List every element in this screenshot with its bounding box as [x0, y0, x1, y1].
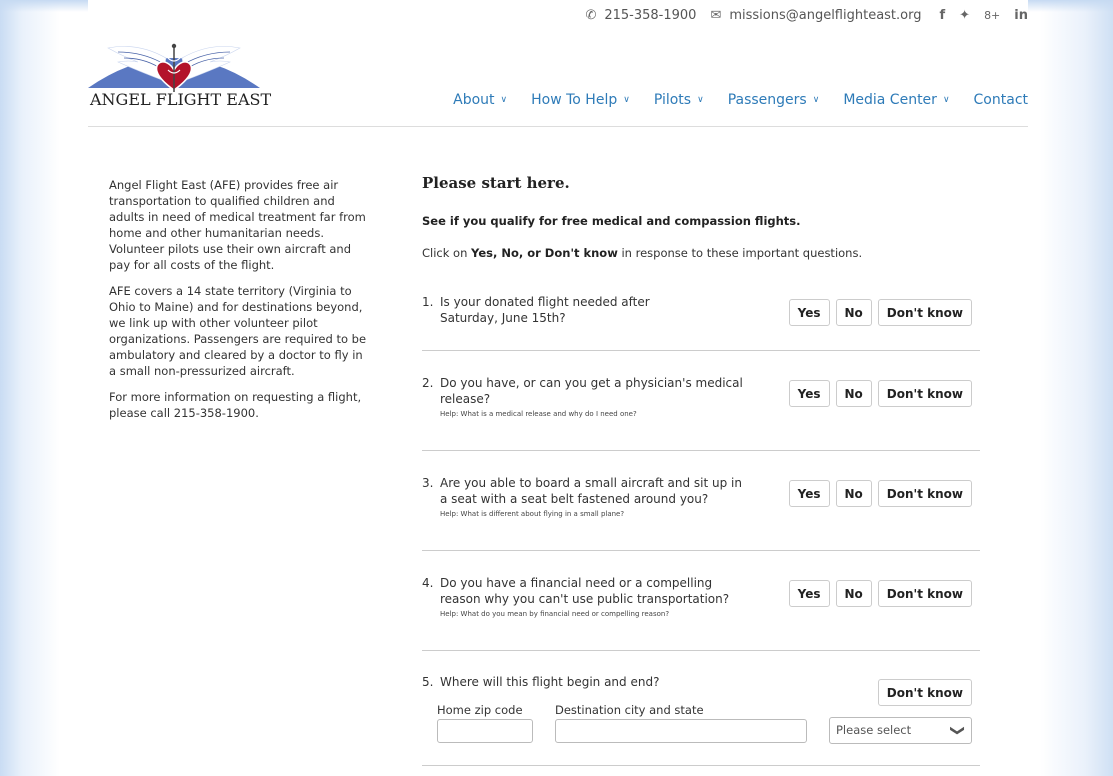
nav-about-label: About: [453, 92, 495, 108]
question-1-answers: Yes No Don't know: [788, 299, 972, 326]
chevron-down-icon: ∨: [500, 95, 508, 105]
question-1: 1. Is your donated flight needed after Sa…: [422, 294, 980, 354]
nav-contact-label: Contact: [973, 92, 1028, 108]
instructions-emphasis: Yes, No, or Don't know: [471, 246, 618, 260]
q4-dont-know-button[interactable]: Don't know: [877, 580, 972, 607]
question-5-answers: Don't know: [877, 679, 972, 706]
twitter-icon[interactable]: ✦: [959, 8, 970, 23]
question-divider: [422, 550, 980, 551]
contact-bar: ✆ 215-358-1900 ✉ missions@angelflighteas…: [585, 8, 1028, 23]
destination-label: Destination city and state: [555, 703, 704, 717]
nav-contact[interactable]: Contact: [974, 92, 1028, 108]
question-1-text: 1. Is your donated flight needed after Sa…: [422, 294, 762, 326]
question-divider: [422, 450, 980, 451]
q1-yes-button[interactable]: Yes: [788, 299, 830, 326]
chevron-down-icon: ∨: [623, 95, 630, 105]
question-4: 4. Do you have a financial need or a comp…: [422, 575, 980, 635]
intro-paragraph-3: For more information on requesting a fli…: [109, 390, 362, 420]
instructions-text: Click on: [422, 246, 472, 260]
form-instructions: Click on Yes, No, or Don't know in respo…: [422, 246, 862, 260]
phone-icon: ✆: [585, 8, 597, 23]
question-divider: [422, 350, 980, 351]
linkedin-icon[interactable]: in: [1014, 8, 1028, 23]
destination-input[interactable]: [555, 719, 807, 743]
question-5-text: 5. Where will this flight begin and end?: [422, 674, 762, 690]
intro-paragraph-1: Angel Flight East (AFE) provides free ai…: [109, 178, 366, 272]
q3-no-button[interactable]: No: [835, 480, 872, 507]
question-line: Are you able to board a small aircraft a…: [440, 476, 742, 490]
instructions-text-end: in response to these important questions…: [617, 246, 863, 260]
main-nav: About ∨ How To Help ∨ Pilots ∨ Passengers ∨ …: [453, 92, 1028, 108]
page-container: ✆ 215-358-1900 ✉ missions@angelflighteas…: [88, 0, 1028, 776]
question-line: Is your donated flight needed after: [440, 295, 650, 309]
google-plus-icon[interactable]: 8+: [984, 9, 1000, 22]
nav-pilots-label: Pilots: [653, 92, 692, 108]
form-subtitle: See if you qualify for free medical and …: [422, 214, 801, 228]
question-3: 3. Are you able to board a small aircraft…: [422, 475, 980, 535]
zip-code-label: Home zip code: [437, 703, 523, 717]
state-select[interactable]: Please select ❯: [829, 717, 972, 744]
question-line: Do you have a financial need or a compel…: [440, 576, 713, 590]
contact-email[interactable]: missions@angelflighteast.org: [729, 8, 921, 23]
chevron-down-icon: ∨: [697, 95, 704, 105]
nav-passengers[interactable]: Passengers ∨: [728, 92, 820, 108]
facebook-icon[interactable]: f: [940, 8, 946, 23]
question-4-answers: Yes No Don't know: [788, 580, 972, 607]
intro-sidebar: Angel Flight East (AFE) provides free ai…: [109, 177, 371, 431]
question-2-text: 2. Do you have, or can you get a physicia…: [422, 375, 762, 421]
contact-phone[interactable]: 215-358-1900: [604, 8, 696, 23]
nav-pilots[interactable]: Pilots ∨: [654, 92, 704, 108]
question-line: release?: [440, 392, 491, 406]
chevron-down-icon: ∨: [942, 95, 950, 105]
q4-yes-button[interactable]: Yes: [788, 580, 830, 607]
question-line: Saturday, June 15th?: [440, 311, 566, 325]
brand-name[interactable]: ANGEL FLIGHT EAST: [90, 90, 271, 109]
nav-how-to-help[interactable]: How To Help ∨: [531, 92, 630, 108]
form-title: Please start here.: [422, 174, 570, 192]
intro-paragraph-2: AFE covers a 14 state territory (Virgini…: [109, 284, 367, 378]
nav-media-center-label: Media Center: [843, 92, 937, 108]
q1-dont-know-button[interactable]: Don't know: [877, 299, 972, 326]
question-line: reason why you can't use public transpor…: [440, 592, 730, 606]
question-2: 2. Do you have, or can you get a physicia…: [422, 375, 980, 435]
q2-yes-button[interactable]: Yes: [788, 380, 830, 407]
qualification-form: Please start here. See if you qualify fo…: [422, 174, 982, 766]
q2-dont-know-button[interactable]: Don't know: [877, 380, 972, 407]
nav-how-to-help-label: How To Help: [531, 92, 618, 108]
question-5: 5. Where will this flight begin and end? …: [422, 674, 980, 754]
q2-help-link[interactable]: Help: What is a medical release and why …: [422, 407, 762, 421]
question-line: Where will this flight begin and end?: [440, 675, 660, 689]
nav-about[interactable]: About ∨: [453, 92, 507, 108]
question-divider: [422, 765, 980, 766]
q2-no-button[interactable]: No: [835, 380, 872, 407]
question-line: a seat with a seat belt fastened around …: [440, 492, 709, 506]
question-3-text: 3. Are you able to board a small aircraft…: [422, 475, 762, 521]
question-number: 1.: [422, 295, 434, 309]
chevron-down-icon: ❯: [949, 724, 966, 737]
question-divider: [422, 650, 980, 651]
question-3-answers: Yes No Don't know: [788, 480, 972, 507]
envelope-icon: ✉: [710, 8, 722, 23]
q1-no-button[interactable]: No: [835, 299, 872, 326]
q3-yes-button[interactable]: Yes: [788, 480, 830, 507]
question-number: 3.: [422, 476, 434, 490]
q3-help-link[interactable]: Help: What is different about flying in …: [422, 507, 762, 521]
chevron-down-icon: ∨: [812, 95, 820, 105]
question-number: 4.: [422, 576, 434, 590]
zip-code-input[interactable]: [437, 719, 533, 743]
q5-dont-know-button[interactable]: Don't know: [877, 679, 972, 706]
q3-dont-know-button[interactable]: Don't know: [877, 480, 972, 507]
q4-help-link[interactable]: Help: What do you mean by financial need…: [422, 607, 762, 621]
nav-passengers-label: Passengers: [727, 92, 807, 108]
q4-no-button[interactable]: No: [835, 580, 872, 607]
state-select-value: Please select: [836, 723, 912, 737]
question-number: 5.: [422, 675, 434, 689]
question-number: 2.: [422, 376, 434, 390]
question-4-text: 4. Do you have a financial need or a comp…: [422, 575, 762, 621]
question-2-answers: Yes No Don't know: [788, 380, 972, 407]
question-line: Do you have, or can you get a physician'…: [440, 376, 743, 390]
header-divider: [88, 126, 1028, 127]
nav-media-center[interactable]: Media Center ∨: [843, 92, 949, 108]
